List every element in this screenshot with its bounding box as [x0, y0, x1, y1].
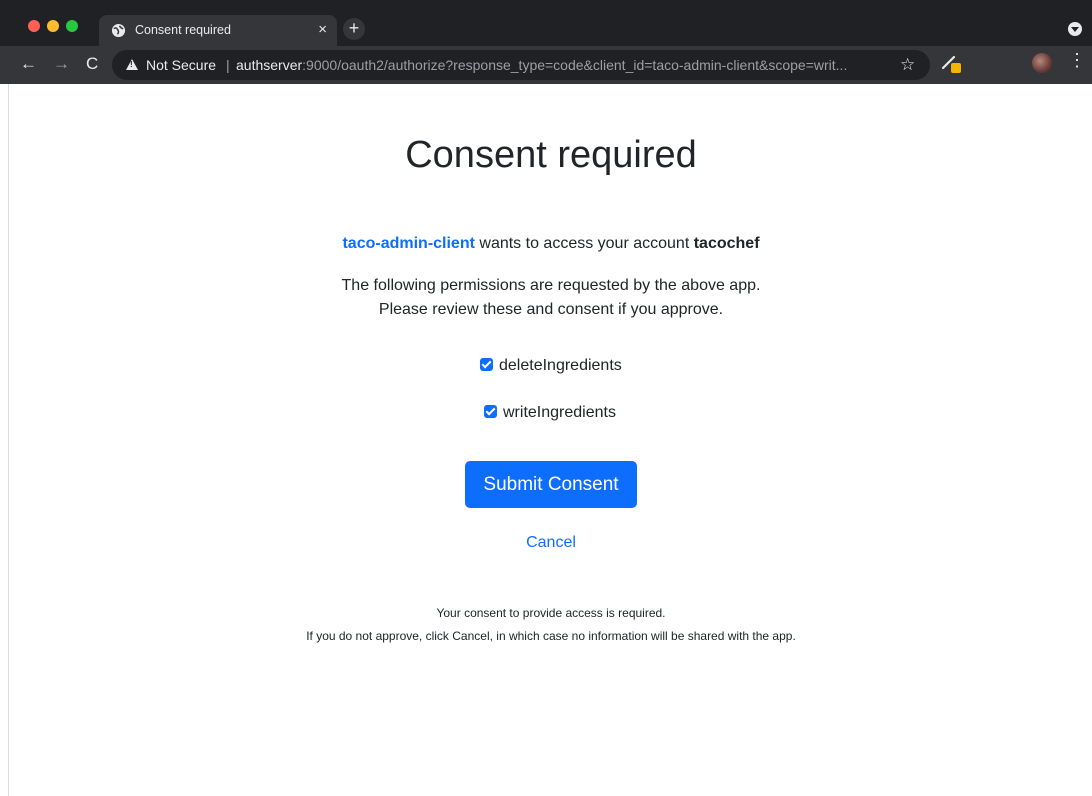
minimize-window-button[interactable]	[47, 20, 59, 32]
cancel-link[interactable]: Cancel	[0, 534, 1092, 552]
warning-icon[interactable]	[126, 59, 138, 70]
bookmark-star-icon[interactable]: ☆	[900, 55, 915, 75]
url-host: authserver	[236, 57, 303, 73]
address-bar[interactable]: Not Secure | authserver:9000/oauth2/auth…	[112, 50, 930, 80]
tab-search-icon[interactable]	[1068, 22, 1082, 36]
page-title: Consent required	[405, 134, 697, 176]
browser-toolbar: ← → C Not Secure | authserver:9000/oauth…	[0, 46, 1092, 84]
submit-consent-button[interactable]: Submit Consent	[465, 461, 637, 508]
reload-icon[interactable]: C	[86, 54, 98, 74]
consent-description: The following permissions are requested …	[0, 274, 1092, 322]
tab-title: Consent required	[135, 23, 231, 37]
security-label[interactable]: Not Secure	[146, 57, 216, 73]
tab-close-icon[interactable]: ×	[318, 21, 327, 39]
footnote: If you do not approve, click Cancel, in …	[306, 629, 796, 643]
client-id-link[interactable]: taco-admin-client	[342, 235, 474, 252]
page-content: Consent required taco-admin-client wants…	[0, 84, 1092, 796]
back-arrow-icon[interactable]: ←	[20, 54, 37, 74]
maximize-window-button[interactable]	[66, 20, 78, 32]
footnote: Your consent to provide access is requir…	[436, 606, 666, 620]
description-line: Please review these and consent if you a…	[378, 301, 724, 318]
consent-intro: taco-admin-client wants to access your a…	[0, 235, 1092, 253]
url-path: :9000/oauth2/authorize?response_type=cod…	[302, 57, 848, 73]
forward-arrow-icon[interactable]: →	[53, 54, 70, 74]
new-tab-button[interactable]: +	[343, 18, 365, 40]
account-name: tacochef	[693, 235, 760, 252]
checkbox-delete-ingredients[interactable]	[480, 358, 493, 371]
tab-strip: Consent required × +	[0, 0, 1092, 46]
description-line: The following permissions are requested …	[341, 277, 761, 294]
permission-delete-ingredients[interactable]: deleteIngredients	[480, 357, 622, 377]
url-text[interactable]: authserver:9000/oauth2/authorize?respons…	[236, 57, 847, 73]
permission-write-ingredients[interactable]: writeIngredients	[484, 404, 616, 424]
close-window-button[interactable]	[28, 20, 40, 32]
globe-icon	[111, 23, 126, 38]
avatar[interactable]	[1032, 53, 1052, 73]
wants-text: wants to access your account	[474, 235, 694, 252]
permission-label: writeIngredients	[503, 404, 616, 421]
kebab-menu-icon[interactable]: ⋮	[1068, 51, 1086, 69]
url-separator: |	[226, 57, 230, 73]
extension-pen-icon[interactable]	[940, 54, 962, 74]
tab-consent-required[interactable]: Consent required ×	[99, 15, 337, 46]
permission-label: deleteIngredients	[499, 357, 622, 374]
browser-chrome: Consent required × + ← → C Not Secure | …	[0, 0, 1092, 84]
divider	[8, 84, 9, 796]
checkbox-write-ingredients[interactable]	[484, 405, 497, 418]
